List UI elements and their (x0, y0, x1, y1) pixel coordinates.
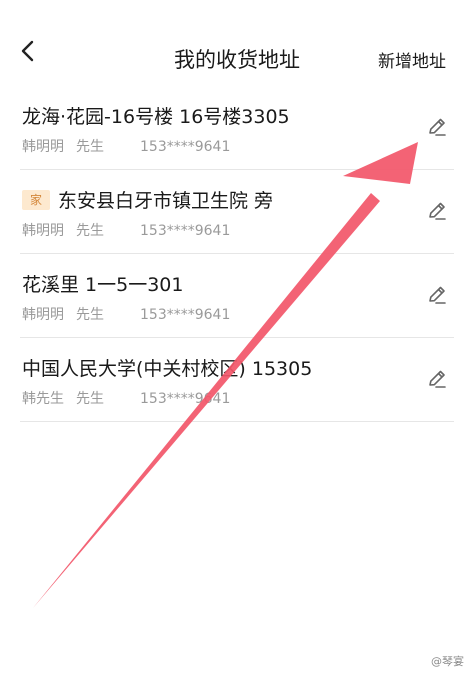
contact-name: 韩明明 (22, 307, 64, 323)
pencil-icon (429, 370, 446, 388)
watermark: @琴宴 (431, 655, 464, 668)
contact-title: 先生 (76, 139, 104, 155)
contact-info: 韩明明 先生 153****9641 (22, 304, 230, 324)
address-item[interactable]: 中国人民大学(中关村校区) 15305 韩先生 先生 153****9641 (20, 338, 454, 422)
header: 我的收货地址 新增地址 (0, 0, 474, 100)
pencil-icon (429, 202, 446, 220)
home-tag: 家 (22, 189, 51, 210)
address-text: 龙海·花园-16号楼 16号楼3305 (22, 106, 290, 128)
address-text-row: 龙海·花园-16号楼 16号楼3305 (22, 102, 290, 129)
address-item[interactable]: 家 东安县白牙市镇卫生院 旁 韩明明 先生 153****9641 (20, 170, 454, 254)
contact-phone: 153****9641 (140, 307, 231, 323)
edit-button[interactable] (426, 200, 448, 222)
add-address-button[interactable]: 新增地址 (378, 47, 446, 72)
pencil-icon (429, 118, 446, 136)
address-text-row: 家 东安县白牙市镇卫生院 旁 (22, 186, 273, 213)
edit-button[interactable] (426, 284, 448, 306)
contact-name: 韩明明 (22, 139, 64, 155)
contact-phone: 153****9641 (140, 391, 231, 407)
edit-button[interactable] (426, 368, 448, 390)
contact-phone: 153****9641 (140, 223, 231, 239)
address-text: 东安县白牙市镇卫生院 旁 (58, 190, 274, 212)
address-item[interactable]: 龙海·花园-16号楼 16号楼3305 韩明明 先生 153****9641 (20, 86, 454, 170)
contact-title: 先生 (76, 223, 104, 239)
contact-info: 韩明明 先生 153****9641 (22, 136, 230, 156)
address-text: 花溪里 1一5一301 (22, 274, 184, 296)
contact-phone: 153****9641 (140, 139, 231, 155)
contact-title: 先生 (76, 391, 104, 407)
address-text-row: 花溪里 1一5一301 (22, 270, 183, 297)
address-text-row: 中国人民大学(中关村校区) 15305 (22, 354, 312, 381)
contact-title: 先生 (76, 307, 104, 323)
address-list: 龙海·花园-16号楼 16号楼3305 韩明明 先生 153****9641 家 东… (0, 86, 474, 422)
contact-info: 韩先生 先生 153****9641 (22, 388, 230, 408)
address-text: 中国人民大学(中关村校区) 15305 (22, 358, 313, 380)
contact-name: 韩明明 (22, 223, 64, 239)
edit-button[interactable] (426, 116, 448, 138)
contact-name: 韩先生 (22, 391, 64, 407)
address-item[interactable]: 花溪里 1一5一301 韩明明 先生 153****9641 (20, 254, 454, 338)
contact-info: 韩明明 先生 153****9641 (22, 220, 230, 240)
pencil-icon (429, 286, 446, 304)
